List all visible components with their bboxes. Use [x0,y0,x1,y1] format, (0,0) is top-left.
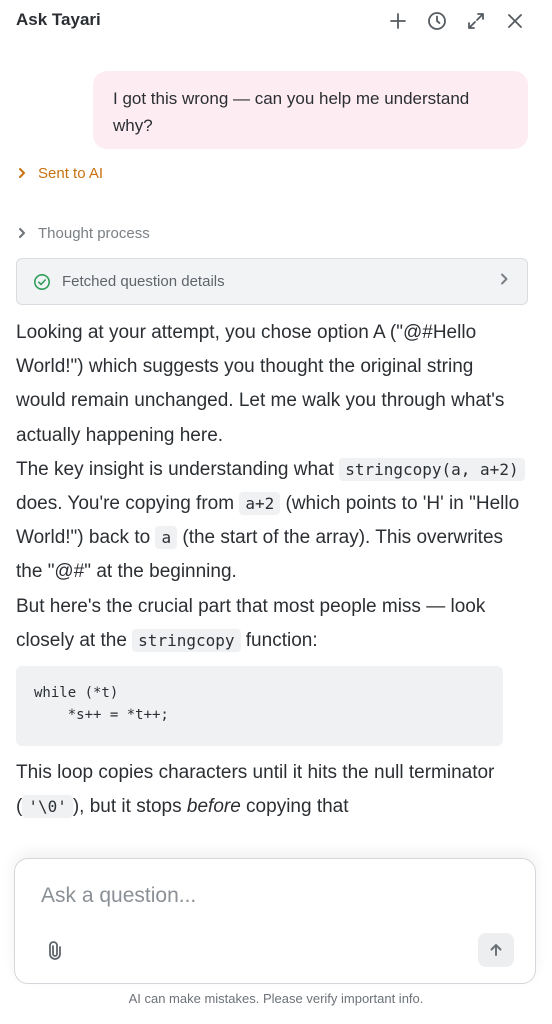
thought-process-toggle[interactable]: Thought process [16,222,150,244]
sent-to-ai-label: Sent to AI [38,164,104,182]
expand-icon [468,13,484,29]
chevron-right-icon [19,168,25,178]
question-input[interactable] [41,879,511,913]
plus-icon [390,13,406,29]
new-chat-button[interactable] [386,9,410,33]
paperclip-icon [49,941,61,960]
answer-paragraph: But here's the crucial part that most pe… [16,590,526,658]
fetched-question-details-card[interactable]: Fetched question details [16,258,528,305]
answer-paragraph: This loop copies characters until it hit… [16,756,526,824]
emphasis-text: before [186,796,241,818]
inline-code: stringcopy [132,628,241,652]
ask-tayari-panel: Ask Tayari I got this wrong — can you he… [0,0,552,1024]
panel-header: Ask Tayari [0,0,552,42]
user-message: I got this wrong — can you help me under… [93,71,528,149]
close-button[interactable] [503,9,527,33]
inline-code: '\0' [22,795,73,819]
close-icon [508,14,522,28]
answer-paragraph: Looking at your attempt, you chose optio… [16,322,505,446]
panel-title: Ask Tayari [16,10,101,29]
chevron-right-icon [497,272,511,291]
chat-scroll-area[interactable]: I got this wrong — can you help me under… [0,42,552,848]
message-composer [14,858,536,984]
assistant-answer: Looking at your attempt, you chose optio… [16,316,526,824]
code-block: while (*t) *s++ = *t++; [16,666,503,747]
answer-text: ), but it stops [72,796,187,818]
ai-disclaimer: AI can make mistakes. Please verify impo… [128,991,424,1006]
answer-text: The key insight is understanding what [16,458,340,480]
chevron-right-icon [19,228,25,238]
inline-code: stringcopy(a, a+2) [339,457,525,481]
send-button[interactable] [478,933,514,967]
answer-text: does. You're copying from [16,493,240,515]
arrow-up-icon [490,944,502,956]
tool-call-label: Fetched question details [62,273,225,290]
sent-to-ai-toggle[interactable]: Sent to AI [16,162,103,184]
answer-paragraph: The key insight is understanding what st… [16,453,526,590]
history-button[interactable] [425,9,449,33]
inline-code: a [155,526,178,550]
history-icon [428,12,446,30]
check-circle-icon [33,273,51,291]
thought-process-label: Thought process [38,224,150,242]
inline-code: a+2 [239,492,281,516]
answer-text: function: [240,629,318,651]
answer-text: copying that [240,796,349,818]
expand-button[interactable] [464,9,488,33]
attach-button[interactable] [43,939,67,963]
